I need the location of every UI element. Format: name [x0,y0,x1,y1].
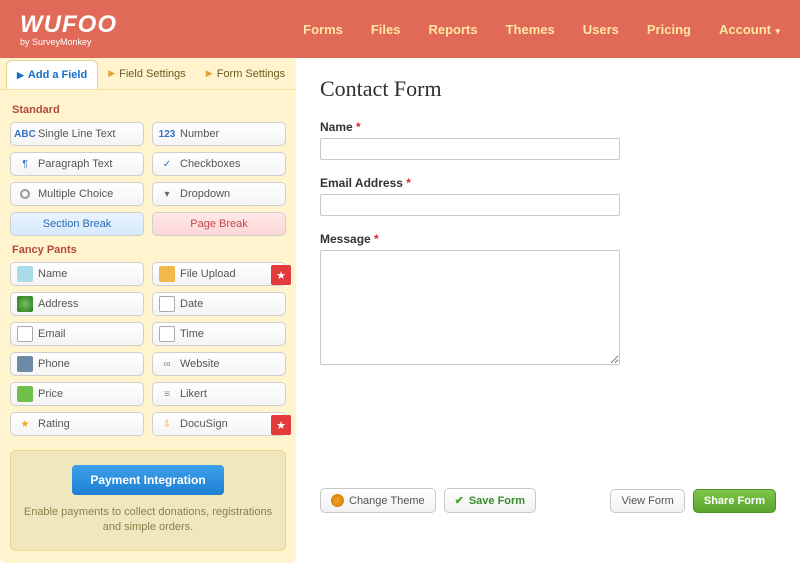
triangle-icon: ▶ [108,68,115,79]
view-form-button[interactable]: View Form [610,489,684,513]
field-single-line-text[interactable]: ABCSingle Line Text [10,122,144,146]
field-multiple-choice[interactable]: Multiple Choice [10,182,144,206]
payment-description: Enable payments to collect donations, re… [23,505,273,536]
radio-icon [17,186,33,202]
logo-text: WUFOO [20,11,117,38]
field-page-break[interactable]: Page Break [152,212,286,236]
chevron-down-icon: ▾ [773,26,780,36]
star-badge-icon: ★ [271,265,291,285]
bottom-toolbar: Change Theme ✔Save Form View Form Share … [320,476,776,513]
field-number[interactable]: 123Number [152,122,286,146]
form-title: Contact Form [320,76,776,102]
main-nav: Forms Files Reports Themes Users Pricing… [303,22,780,37]
globe-icon [17,296,33,312]
nav-files[interactable]: Files [371,22,401,37]
text-icon: ABC [17,126,33,142]
save-form-button[interactable]: ✔Save Form [444,488,536,513]
email-input[interactable] [320,194,620,216]
triangle-icon: ▶ [206,68,213,79]
file-icon [159,266,175,282]
field-docusign[interactable]: ⇩DocuSign★ [152,412,286,436]
envelope-icon [17,326,33,342]
nav-users[interactable]: Users [583,22,619,37]
paragraph-icon: ¶ [17,156,33,172]
star-badge-icon: ★ [271,415,291,435]
logo: WUFOO by SurveyMonkey [20,11,117,47]
name-input[interactable] [320,138,620,160]
field-date[interactable]: Date [152,292,286,316]
field-name[interactable]: Name [10,262,144,286]
form-field-email[interactable]: Email Address * [320,176,776,216]
logo-subtext: by SurveyMonkey [20,37,117,47]
field-section-break[interactable]: Section Break [10,212,144,236]
app-header: WUFOO by SurveyMonkey Forms Files Report… [0,0,800,58]
field-rating[interactable]: ★Rating [10,412,144,436]
docusign-icon: ⇩ [159,416,175,432]
tab-form-settings[interactable]: ▶Form Settings [196,58,295,89]
nav-account[interactable]: Account ▾ [719,22,780,37]
likert-icon: ≡ [159,386,175,402]
phone-icon [17,356,33,372]
share-form-button[interactable]: Share Form [693,489,776,513]
group-fancy-label: Fancy Pants [12,244,286,256]
dropdown-icon: ▾ [159,186,175,202]
payment-integration-box: Payment Integration Enable payments to c… [10,450,286,551]
change-theme-button[interactable]: Change Theme [320,488,436,513]
field-palette: Standard ABCSingle Line Text 123Number ¶… [0,89,296,436]
check-icon: ✔ [455,494,464,507]
calendar-icon [159,296,175,312]
field-dropdown[interactable]: ▾Dropdown [152,182,286,206]
nav-themes[interactable]: Themes [506,22,555,37]
main-area: ▶Add a Field ▶Field Settings ▶Form Setti… [0,58,800,563]
message-label: Message * [320,232,776,246]
form-field-message[interactable]: Message * [320,232,776,368]
message-textarea[interactable] [320,250,620,365]
sidebar-tabs: ▶Add a Field ▶Field Settings ▶Form Setti… [0,58,296,89]
required-asterisk: * [406,176,411,190]
field-phone[interactable]: Phone [10,352,144,376]
field-email[interactable]: Email [10,322,144,346]
field-paragraph-text[interactable]: ¶Paragraph Text [10,152,144,176]
clock-icon [159,326,175,342]
sidebar: ▶Add a Field ▶Field Settings ▶Form Setti… [0,58,296,563]
nav-forms[interactable]: Forms [303,22,343,37]
tab-add-field[interactable]: ▶Add a Field [6,60,98,89]
tab-field-settings[interactable]: ▶Field Settings [98,58,196,89]
link-icon: ∞ [159,356,175,372]
field-website[interactable]: ∞Website [152,352,286,376]
triangle-icon: ▶ [17,70,24,81]
field-time[interactable]: Time [152,322,286,346]
required-asterisk: * [374,232,379,246]
field-likert[interactable]: ≡Likert [152,382,286,406]
nav-pricing[interactable]: Pricing [647,22,691,37]
checkbox-icon: ✓ [159,156,175,172]
email-label: Email Address * [320,176,776,190]
field-checkboxes[interactable]: ✓Checkboxes [152,152,286,176]
nav-reports[interactable]: Reports [428,22,477,37]
payment-integration-button[interactable]: Payment Integration [72,465,223,495]
field-price[interactable]: Price [10,382,144,406]
group-standard-label: Standard [12,104,286,116]
number-icon: 123 [159,126,175,142]
name-icon [17,266,33,282]
required-asterisk: * [356,120,361,134]
price-icon [17,386,33,402]
form-canvas: Contact Form Name * Email Address * Mess… [296,58,800,523]
star-icon: ★ [17,416,33,432]
field-file-upload[interactable]: File Upload★ [152,262,286,286]
palette-icon [331,494,344,507]
field-address[interactable]: Address [10,292,144,316]
form-field-name[interactable]: Name * [320,120,776,160]
name-label: Name * [320,120,776,134]
